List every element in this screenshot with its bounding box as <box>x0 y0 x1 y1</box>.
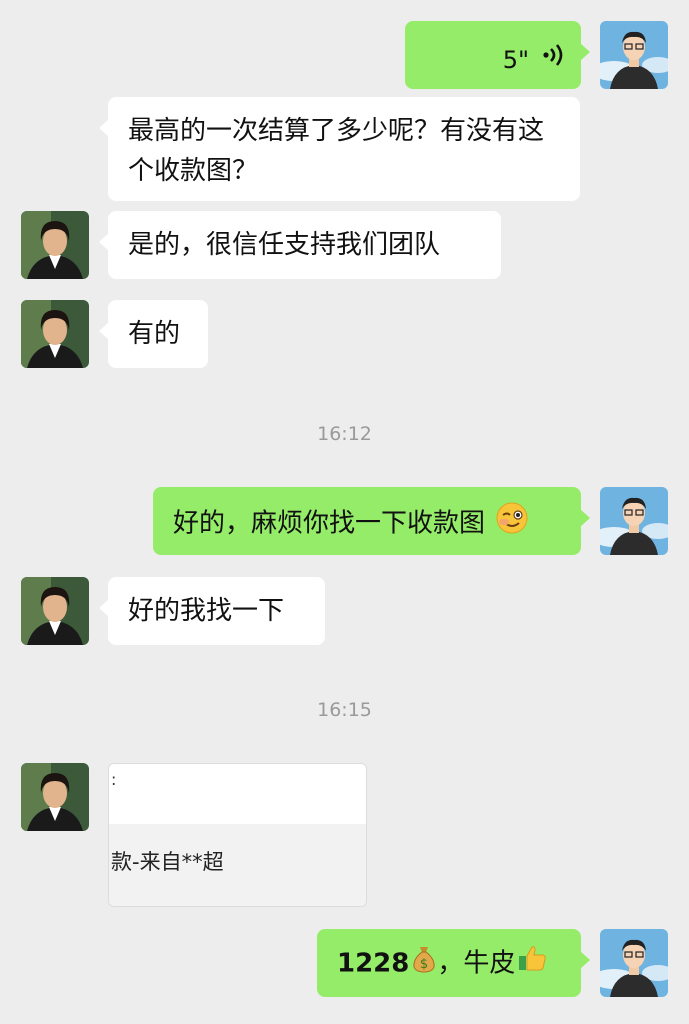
message-text: 是的，很信任支持我们团队 <box>128 230 441 260</box>
voice-wave-icon <box>539 41 563 81</box>
contact-avatar[interactable] <box>21 211 89 279</box>
thumbs-up-emoji-icon <box>517 943 547 985</box>
timestamp: 16:15 <box>317 699 372 721</box>
self-avatar[interactable] <box>600 21 668 89</box>
message-text: 有的 <box>128 319 181 349</box>
outgoing-message-bubble[interactable]: 1228 $ ，牛皮 <box>317 929 590 997</box>
self-avatar[interactable] <box>600 487 668 555</box>
contact-avatar[interactable] <box>21 300 89 368</box>
voice-duration: 5" <box>502 46 529 74</box>
incoming-message-bubble[interactable]: 有的 <box>99 300 208 368</box>
incoming-message-bubble[interactable]: 是的，很信任支持我们团队 <box>99 211 501 279</box>
timestamp: 16:12 <box>317 423 372 445</box>
incoming-message-bubble[interactable]: 好的我找一下 <box>99 577 325 645</box>
image-top-text: : <box>111 770 117 789</box>
wink-emoji-icon <box>495 501 529 547</box>
message-text: 好的，麻烦你找一下收款图 <box>173 508 486 539</box>
payment-screenshot-image[interactable]: : 款-来自**超 <box>108 763 367 907</box>
image-caption-text: 款-来自**超 <box>111 850 224 874</box>
message-text: 好的我找一下 <box>128 596 285 626</box>
money-bag-emoji-icon: $ <box>411 943 437 985</box>
contact-avatar[interactable] <box>21 577 89 645</box>
message-text: ，牛皮 <box>437 948 516 979</box>
voice-message-bubble[interactable]: 5" <box>405 21 590 89</box>
outgoing-message-bubble[interactable]: 好的，麻烦你找一下收款图 <box>153 487 590 555</box>
contact-avatar[interactable] <box>21 763 89 831</box>
image-top-section: : <box>109 764 366 824</box>
self-avatar[interactable] <box>600 929 668 997</box>
svg-text:$: $ <box>420 957 428 972</box>
message-text: 最高的一次结算了多少呢？有没有这个收款图？ <box>128 116 545 186</box>
message-amount: 1228 <box>337 948 410 979</box>
image-bottom-section: 款-来自**超 <box>109 824 366 906</box>
incoming-message-bubble[interactable]: 最高的一次结算了多少呢？有没有这个收款图？ <box>99 97 580 201</box>
